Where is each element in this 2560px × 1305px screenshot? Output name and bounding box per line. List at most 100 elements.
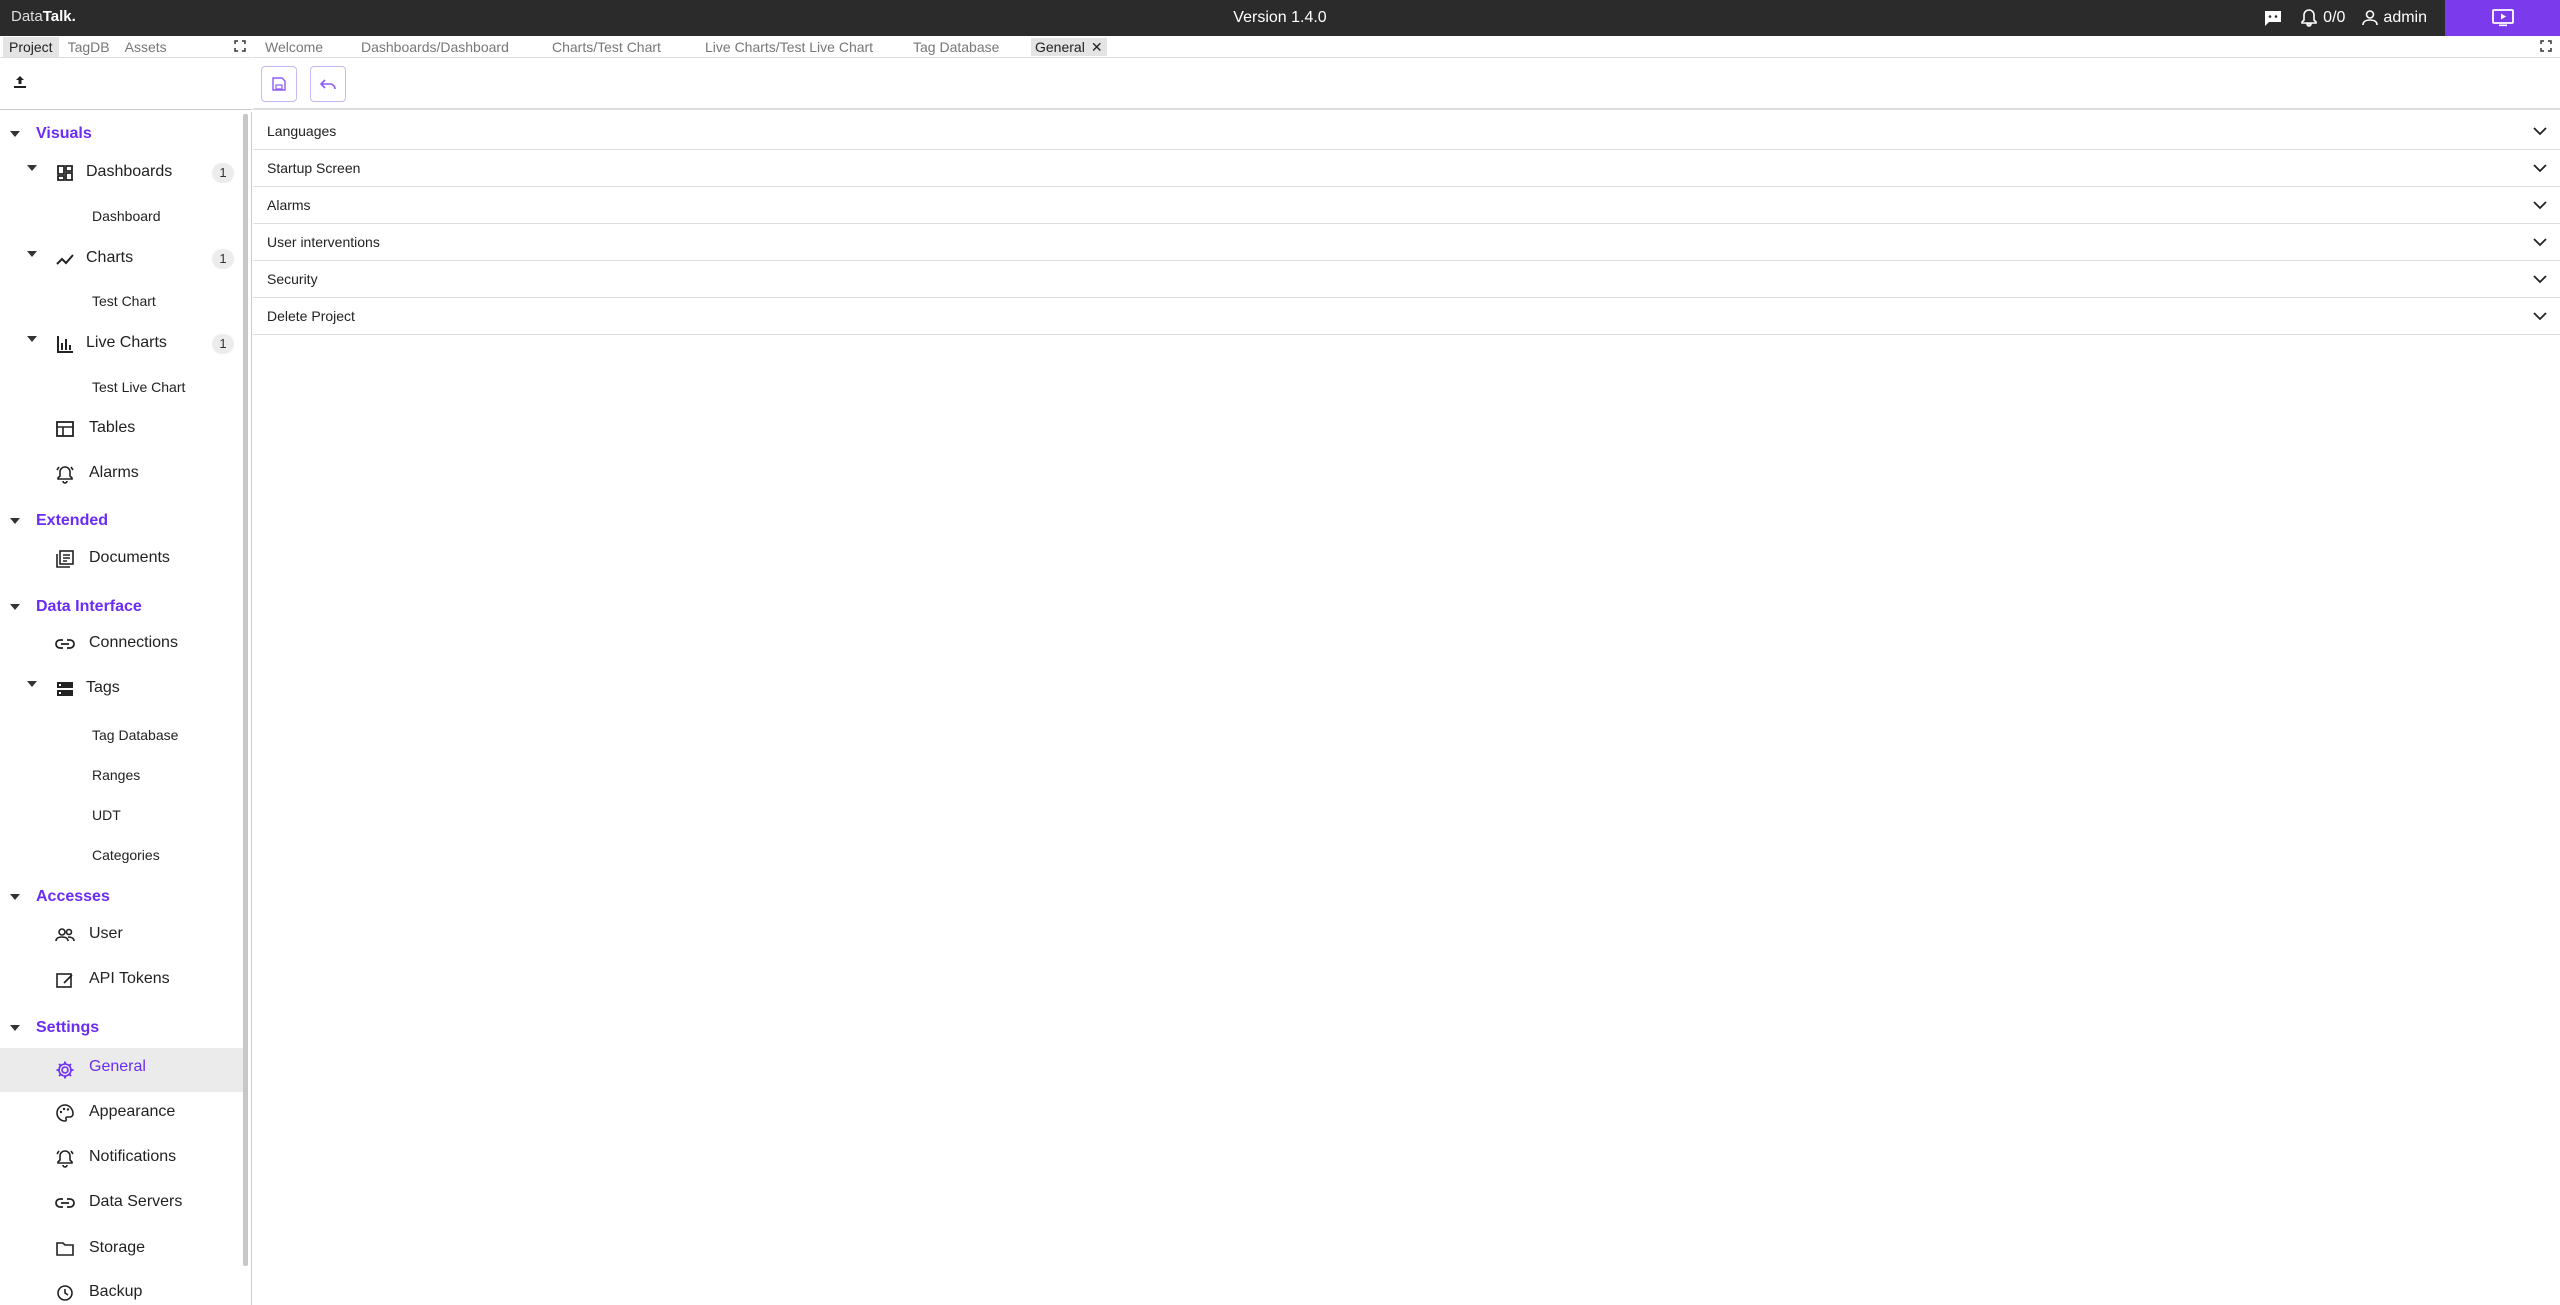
sidebar-item-label: Alarms xyxy=(89,464,139,481)
user-icon xyxy=(2362,10,2379,26)
tab-test-chart[interactable]: Charts/Test Chart xyxy=(548,38,665,56)
count-badge: 1 xyxy=(212,163,234,183)
accordion-delete-project[interactable]: Delete Project xyxy=(253,298,2560,335)
caret-down-icon xyxy=(10,894,20,900)
sidebar-item-live-charts[interactable]: Live Charts 1 xyxy=(0,325,246,363)
sidebar-item-test-chart[interactable]: Test Chart xyxy=(0,283,246,321)
sidebar-item-label: API Tokens xyxy=(89,970,170,987)
sidebar-item-label: General xyxy=(89,1058,146,1075)
documents-icon xyxy=(56,550,74,568)
accordion-label: Startup Screen xyxy=(267,160,361,176)
section-accesses[interactable]: Accesses xyxy=(0,886,246,908)
sidebar-item-appearance[interactable]: Appearance xyxy=(0,1094,246,1132)
sidebar-item-connections[interactable]: Connections xyxy=(0,625,246,663)
accordion-label: Languages xyxy=(267,123,337,139)
sidebar-item-label: Charts xyxy=(86,249,134,266)
alarm-count: 0/0 xyxy=(2323,9,2346,26)
brand-prefix: Data xyxy=(11,8,43,25)
undo-button[interactable] xyxy=(310,66,346,102)
section-label: Visuals xyxy=(36,125,92,142)
fullscreen-icon[interactable] xyxy=(234,40,246,52)
link-icon xyxy=(55,1198,75,1208)
sidebar-item-dashboards[interactable]: Dashboards 1 xyxy=(0,154,246,192)
alarm-bell-icon xyxy=(56,466,74,484)
sidebar-item-dashboard[interactable]: Dashboard xyxy=(0,198,246,236)
accordion-security[interactable]: Security xyxy=(253,261,2560,298)
dashboard-icon xyxy=(57,165,73,181)
sidebar-item-user[interactable]: User xyxy=(0,916,246,954)
bell-icon xyxy=(2301,9,2317,27)
sidebar-item-label: Appearance xyxy=(89,1103,176,1120)
sidebar-item-label: Backup xyxy=(89,1283,143,1300)
section-label: Data Interface xyxy=(36,598,142,615)
line-chart-icon xyxy=(56,254,74,265)
display-mode-button[interactable] xyxy=(2445,0,2560,36)
messages-button[interactable] xyxy=(2255,0,2291,36)
chevron-down-icon xyxy=(2533,275,2547,284)
sidebar-item-charts[interactable]: Charts 1 xyxy=(0,240,246,278)
tab-tag-database[interactable]: Tag Database xyxy=(909,38,1003,56)
tab-dashboard[interactable]: Dashboards/Dashboard xyxy=(357,38,513,56)
section-visuals[interactable]: Visuals xyxy=(0,123,246,145)
tab-tagdb[interactable]: TagDB xyxy=(62,37,116,57)
table-icon xyxy=(56,421,74,437)
tab-welcome[interactable]: Welcome xyxy=(261,38,327,56)
caret-down-icon xyxy=(10,131,20,137)
accordion-startup-screen[interactable]: Startup Screen xyxy=(253,150,2560,187)
sidebar-item-tags[interactable]: Tags xyxy=(0,670,246,708)
top-right-controls: 0/0 admin xyxy=(2255,0,2560,36)
token-icon xyxy=(56,973,73,988)
sidebar-item-data-servers[interactable]: Data Servers xyxy=(0,1184,246,1222)
sidebar-item-general[interactable]: General xyxy=(0,1048,246,1092)
version-label: Version 1.4.0 xyxy=(1233,9,1327,26)
sidebar-item-ranges[interactable]: Ranges xyxy=(0,757,246,795)
accordion-languages[interactable]: Languages xyxy=(253,113,2560,150)
sidebar-item-alarms[interactable]: Alarms xyxy=(0,455,246,493)
backup-icon xyxy=(57,1285,73,1301)
sidebar-item-notifications[interactable]: Notifications xyxy=(0,1139,246,1177)
accordion-alarms[interactable]: Alarms xyxy=(253,187,2560,224)
caret-down-icon xyxy=(27,251,37,257)
section-label: Extended xyxy=(36,512,109,529)
section-extended[interactable]: Extended xyxy=(0,510,246,532)
save-button[interactable] xyxy=(261,66,297,102)
sidebar-item-label: Documents xyxy=(89,549,170,566)
tab-general[interactable]: General ✕ xyxy=(1031,38,1107,56)
sidebar-item-label: Dashboard xyxy=(92,208,161,224)
sidebar-toolbar xyxy=(0,58,252,110)
sidebar-item-backup[interactable]: Backup xyxy=(0,1274,246,1305)
app-logo: DataTalk. xyxy=(11,0,76,36)
close-icon[interactable]: ✕ xyxy=(1091,39,1103,55)
sidebar-item-label: Dashboards xyxy=(86,163,173,180)
sidebar-item-categories[interactable]: Categories xyxy=(0,837,246,875)
section-data-interface[interactable]: Data Interface xyxy=(0,596,246,618)
user-menu[interactable]: admin xyxy=(2353,0,2435,36)
sidebar-item-tag-database[interactable]: Tag Database xyxy=(0,717,246,755)
project-sidebar: Visuals Dashboards 1 Dashboard Charts 1 … xyxy=(0,112,252,1305)
sidebar-item-documents[interactable]: Documents xyxy=(0,540,246,578)
section-settings[interactable]: Settings xyxy=(0,1017,246,1039)
chat-icon xyxy=(2265,11,2282,26)
sidebar-item-udt[interactable]: UDT xyxy=(0,797,246,835)
sidebar-item-label: UDT xyxy=(92,807,121,823)
section-label: Accesses xyxy=(36,888,110,905)
sidebar-item-label: User xyxy=(89,925,123,942)
alarm-counter-button[interactable]: 0/0 xyxy=(2291,0,2353,36)
sidebar-item-api-tokens[interactable]: API Tokens xyxy=(0,961,246,999)
monitor-play-icon xyxy=(2491,9,2514,27)
sidebar-item-storage[interactable]: Storage xyxy=(0,1230,246,1268)
upload-icon[interactable] xyxy=(12,74,28,90)
gear-icon xyxy=(56,1061,74,1079)
tab-test-live-chart[interactable]: Live Charts/Test Live Chart xyxy=(701,38,877,56)
chevron-down-icon xyxy=(2533,201,2547,210)
fullscreen-icon[interactable] xyxy=(2540,40,2552,52)
notification-bell-icon xyxy=(56,1150,74,1168)
tab-project[interactable]: Project xyxy=(3,36,59,57)
sidebar-item-tables[interactable]: Tables xyxy=(0,410,246,448)
sidebar-item-test-live-chart[interactable]: Test Live Chart xyxy=(0,369,246,407)
accordion-user-interventions[interactable]: User interventions xyxy=(253,224,2560,261)
chevron-down-icon xyxy=(2533,127,2547,136)
user-name: admin xyxy=(2383,9,2427,26)
tab-assets[interactable]: Assets xyxy=(119,37,173,57)
sidebar-scrollbar[interactable] xyxy=(243,114,248,1266)
